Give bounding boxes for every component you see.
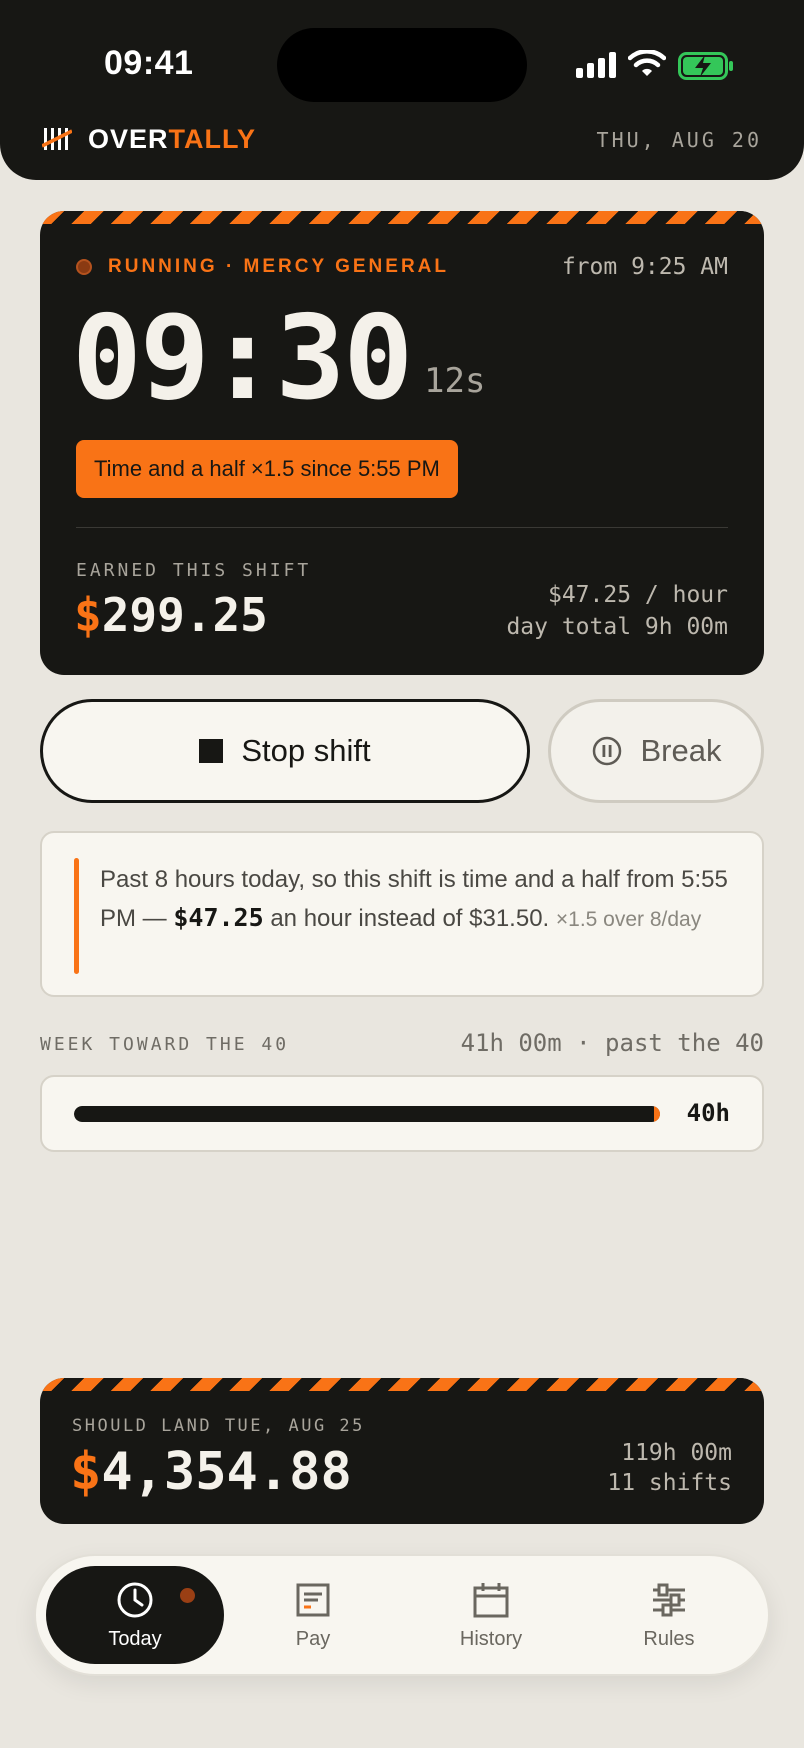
- note-accent-bar: [74, 858, 79, 974]
- tab-label: History: [459, 1627, 523, 1650]
- shift-status: RUNNING · MERCY GENERAL: [108, 256, 449, 277]
- battery-charging-icon: [678, 52, 733, 80]
- payday-shifts: 11 shifts: [607, 1470, 732, 1496]
- payday-meta: 119h 00m 11 shifts: [607, 1438, 732, 1498]
- payday-card: SHOULD LAND TUE, AUG 25 $4,354.88 119h 0…: [40, 1378, 764, 1524]
- elapsed-time: 09:30: [72, 291, 413, 426]
- tab-pay[interactable]: Pay: [224, 1566, 402, 1664]
- elapsed-seconds: 12s: [424, 361, 486, 401]
- brand-name: OVERTALLY: [88, 124, 257, 154]
- day-total: day total 9h 00m: [506, 614, 728, 640]
- payday-hours: 119h 00m: [621, 1440, 732, 1466]
- dynamic-island: [277, 28, 527, 102]
- stop-shift-button[interactable]: Stop shift: [40, 699, 530, 803]
- overtime-note-card: Past 8 hours today, so this shift is tim…: [40, 831, 764, 997]
- week-label: WEEK TOWARD THE 40: [40, 1034, 290, 1055]
- tab-label: Today: [108, 1627, 162, 1650]
- hourly-rate: $47.25 / hour: [547, 582, 728, 608]
- tally-logo-icon: [42, 128, 72, 150]
- app-header: 09:41 OVERTALLY THU, AUG 20: [0, 0, 804, 180]
- wifi-icon: [628, 50, 666, 76]
- tab-label: Pay: [295, 1627, 331, 1650]
- tab-bar: Today Pay History Rules: [34, 1554, 770, 1676]
- clock-icon: [117, 1582, 153, 1617]
- rate-summary: $47.25 / hour day total 9h 00m: [506, 579, 728, 643]
- week-status: 41h 00m · past the 40: [460, 1029, 764, 1057]
- stop-icon: [199, 739, 224, 763]
- overtime-badge: Time and a half ×1.5 since 5:55 PM: [76, 440, 458, 498]
- earned-label: EARNED THIS SHIFT: [76, 560, 312, 581]
- hazard-stripe: [40, 1378, 764, 1391]
- week-progress-card: 40h: [40, 1075, 764, 1152]
- week-progress-fill: [74, 1106, 660, 1122]
- stop-shift-label: Stop shift: [241, 733, 371, 768]
- tab-history[interactable]: History: [402, 1566, 580, 1664]
- tab-label: Rules: [643, 1627, 695, 1650]
- live-dot: [180, 1588, 195, 1603]
- payday-label: SHOULD LAND TUE, AUG 25: [72, 1416, 365, 1436]
- status-time: 09:41: [104, 44, 194, 82]
- sliders-icon: [653, 1583, 685, 1616]
- running-indicator: [76, 259, 92, 275]
- tab-rules[interactable]: Rules: [580, 1566, 758, 1664]
- signal-icon: [576, 52, 616, 78]
- pause-icon: [592, 736, 621, 766]
- overtime-tip: [654, 1106, 660, 1122]
- break-button[interactable]: Break: [548, 699, 764, 803]
- divider: [76, 527, 728, 528]
- calendar-icon: [473, 1582, 509, 1617]
- overtime-note: Past 8 hours today, so this shift is tim…: [100, 866, 728, 932]
- earned-value: $299.25: [74, 588, 268, 642]
- hazard-stripe: [40, 211, 764, 224]
- payday-amount: $4,354.88: [70, 1442, 352, 1502]
- tab-today[interactable]: Today: [46, 1566, 224, 1664]
- break-label: Break: [640, 733, 722, 768]
- shift-timer-card: RUNNING · MERCY GENERAL from 9:25 AM 09:…: [40, 211, 764, 675]
- pay-stub-icon: [296, 1583, 330, 1616]
- week-progress-track: [74, 1106, 660, 1122]
- shift-start-time: from 9:25 AM: [561, 254, 728, 280]
- header-date: THU, AUG 20: [596, 128, 762, 152]
- week-goal: 40h: [686, 1099, 730, 1127]
